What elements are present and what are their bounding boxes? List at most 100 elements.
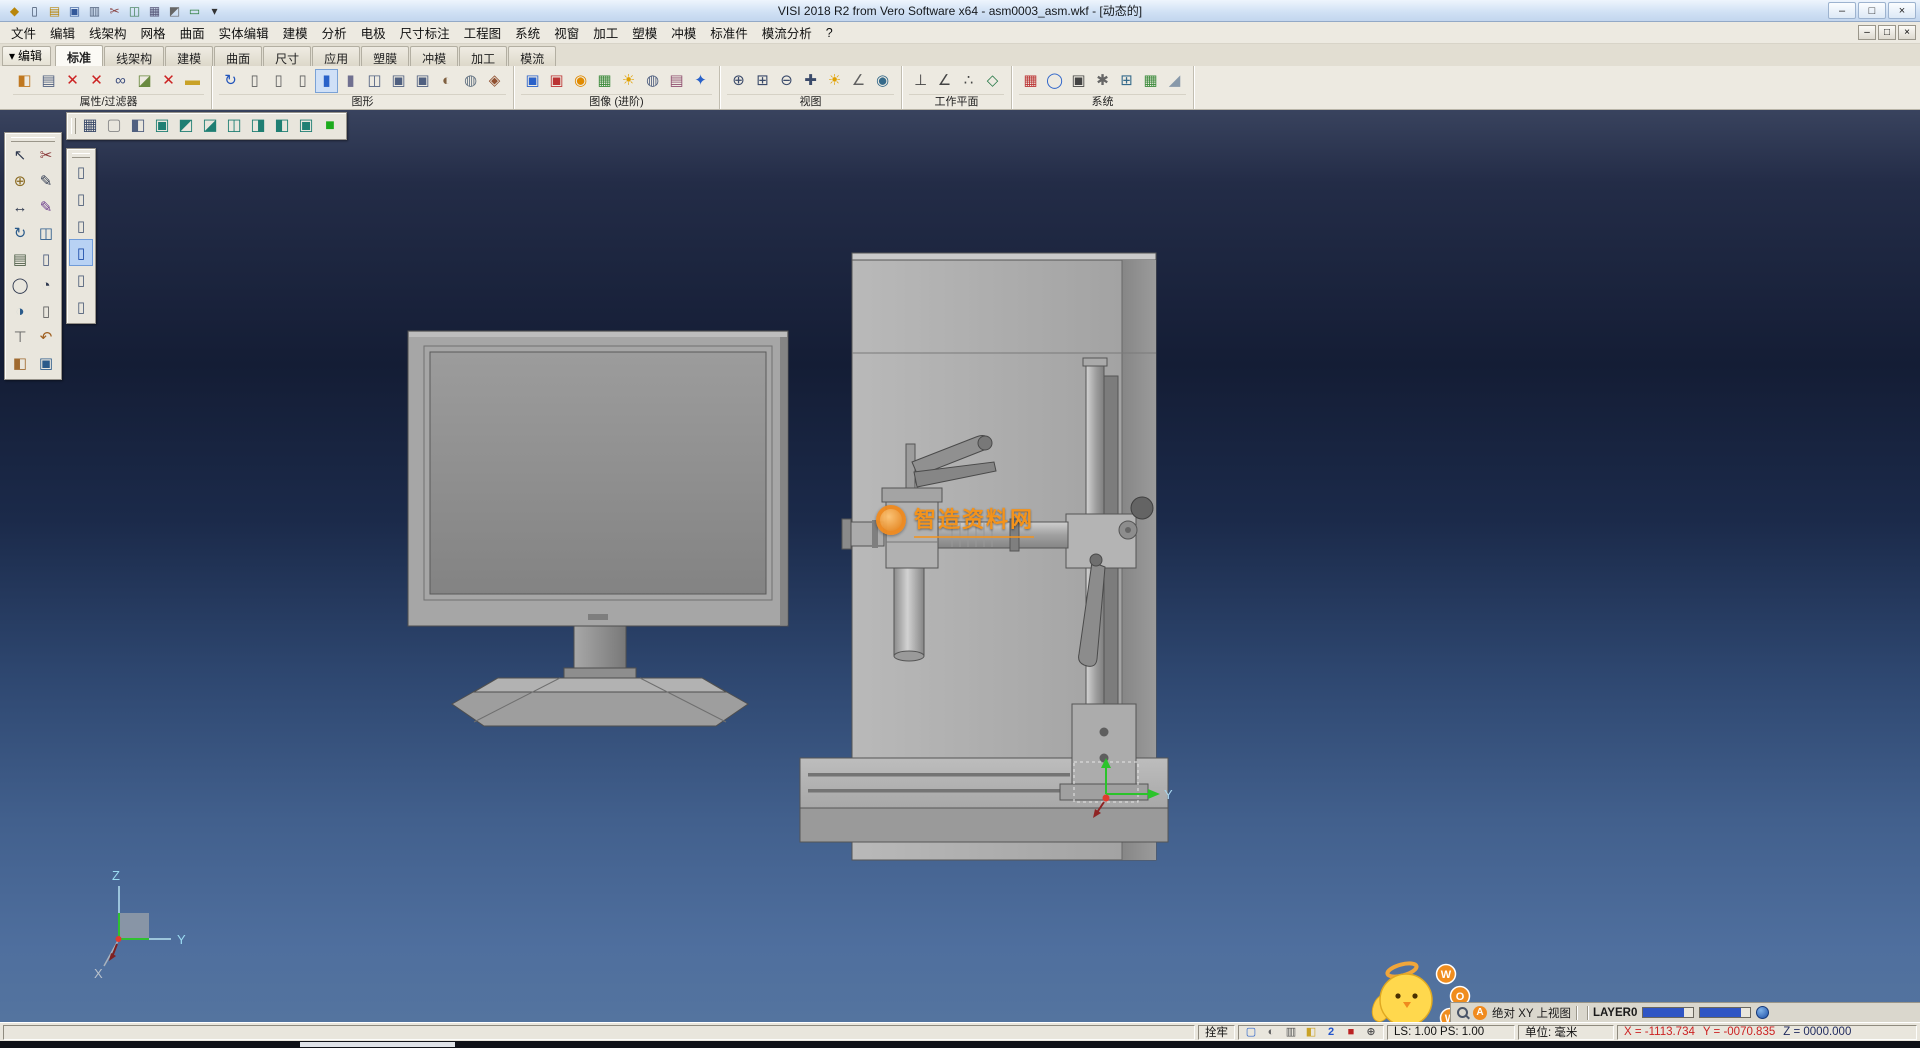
bottom-view-cube-icon[interactable]: ▣ xyxy=(294,114,318,138)
qat-dropdown-icon[interactable]: ▾ xyxy=(205,2,224,19)
mdi-close-button[interactable]: × xyxy=(1898,25,1916,40)
select-arrow-icon[interactable]: ↖ xyxy=(7,142,33,168)
zoom-extents-icon[interactable]: ⊕ xyxy=(727,69,750,93)
menu-moldflow-analysis[interactable]: 模流分析 xyxy=(755,21,819,44)
menu-surface[interactable]: 曲面 xyxy=(173,21,212,44)
clipboard-6-icon[interactable]: ▯ xyxy=(69,293,93,320)
globe-icon[interactable] xyxy=(1756,1006,1769,1019)
move-icon[interactable]: ↔ xyxy=(7,194,33,220)
info-2-icon[interactable]: 2 xyxy=(1323,1025,1339,1039)
rotate-icon[interactable]: ↻ xyxy=(7,220,33,246)
compass-icon[interactable]: ◑ xyxy=(7,298,33,324)
mask-status-icon[interactable]: ◐ xyxy=(1263,1025,1279,1039)
delete-icon[interactable]: ✕ xyxy=(61,69,84,93)
tab-application[interactable]: 应用 xyxy=(312,46,360,66)
lock-toggle[interactable]: 拴牢 xyxy=(1198,1025,1235,1040)
color-palette-icon[interactable]: ▦ xyxy=(1019,69,1042,93)
arc-tool-icon[interactable]: ◔ xyxy=(33,272,59,298)
clipboard-5-icon[interactable]: ▯ xyxy=(69,266,93,293)
measure-icon[interactable]: ∠ xyxy=(847,69,870,93)
calculator-icon[interactable]: ⊞ xyxy=(1115,69,1138,93)
tab-standard[interactable]: 标准 xyxy=(55,45,103,66)
shading-sun-icon[interactable]: ☀ xyxy=(823,69,846,93)
print-icon[interactable]: ▥ xyxy=(85,2,104,19)
menu-standard-parts[interactable]: 标准件 xyxy=(703,21,755,44)
clipboard-2-icon[interactable]: ▯ xyxy=(69,185,93,212)
menu-electrode[interactable]: 电极 xyxy=(354,21,393,44)
environment-icon[interactable]: ◍ xyxy=(641,69,664,93)
save-view-icon[interactable]: ▣ xyxy=(33,350,59,376)
circle-tool-icon[interactable]: ◯ xyxy=(7,272,33,298)
left-view-cube-icon[interactable]: ◨ xyxy=(246,114,270,138)
solid-box2-icon[interactable]: ▣ xyxy=(411,69,434,93)
tab-moldflow[interactable]: 模流 xyxy=(508,46,556,66)
workplane-icon[interactable]: ◩ xyxy=(165,2,184,19)
viewport-window-icon[interactable]: ◧ xyxy=(126,114,150,138)
screen-settings-icon[interactable]: ▣ xyxy=(1067,69,1090,93)
menu-analysis[interactable]: 分析 xyxy=(315,21,354,44)
render-monitor2-icon[interactable]: ▣ xyxy=(545,69,568,93)
menu-window[interactable]: 视窗 xyxy=(547,21,586,44)
tab-dimension[interactable]: 尺寸 xyxy=(263,46,311,66)
shaded-cylinder-icon[interactable]: ▮ xyxy=(315,69,338,93)
filter-delete-icon[interactable]: ✕ xyxy=(157,69,180,93)
tab-surface[interactable]: 曲面 xyxy=(214,46,262,66)
web-globe-icon[interactable]: ◯ xyxy=(1043,69,1066,93)
edit-attributes-icon[interactable]: ◧ xyxy=(13,69,36,93)
section-icon[interactable]: ◐ xyxy=(435,69,458,93)
menu-machining[interactable]: 加工 xyxy=(586,21,625,44)
plugin-chip-icon[interactable]: ▦ xyxy=(1139,69,1162,93)
draft-view-icon[interactable]: ◫ xyxy=(363,69,386,93)
maximize-button[interactable]: □ xyxy=(1858,2,1886,19)
mdi-restore-button[interactable]: □ xyxy=(1878,25,1896,40)
taskbar-item[interactable] xyxy=(300,1042,455,1047)
search-icon[interactable] xyxy=(1457,1007,1468,1018)
menu-help[interactable]: ? xyxy=(819,24,840,42)
menu-edit[interactable]: 编辑 xyxy=(43,21,82,44)
sheet-icon[interactable]: ▯ xyxy=(33,246,59,272)
trim-scissors-icon[interactable]: ✂ xyxy=(33,142,59,168)
workplane-xy-icon[interactable]: ⊥ xyxy=(909,69,932,93)
fixture-assembly-model[interactable] xyxy=(800,253,1168,860)
zoom-previous-icon[interactable]: ⊖ xyxy=(775,69,798,93)
chain-select-icon[interactable]: ∞ xyxy=(109,69,132,93)
active-layer-label[interactable]: LAYER0 xyxy=(1593,1007,1637,1019)
snap-status-icon[interactable]: ⊕ xyxy=(1363,1025,1379,1039)
zoom-window-icon[interactable]: ⊞ xyxy=(751,69,774,93)
right-view-cube-icon[interactable]: ◫ xyxy=(222,114,246,138)
wireframe-cylinder-icon[interactable]: ▯ xyxy=(243,69,266,93)
iso-view-cube-icon[interactable]: ▣ xyxy=(150,114,174,138)
clipboard-4-icon[interactable]: ▯ xyxy=(69,239,93,266)
menu-wireframe[interactable]: 线架构 xyxy=(82,21,134,44)
pan-icon[interactable]: ✚ xyxy=(799,69,822,93)
options-gear-icon[interactable]: ✱ xyxy=(1091,69,1114,93)
menu-die[interactable]: 冲模 xyxy=(664,21,703,44)
tab-wireframe[interactable]: 线架构 xyxy=(104,46,164,66)
open-file-icon[interactable]: ▤ xyxy=(45,2,64,19)
gallery-icon[interactable]: ◈ xyxy=(483,69,506,93)
menu-modeling[interactable]: 建模 xyxy=(276,21,315,44)
new-file-icon[interactable]: ▯ xyxy=(25,2,44,19)
tab-die[interactable]: 冲模 xyxy=(410,46,458,66)
view-orientation-label[interactable]: 绝对 XY 上视图 xyxy=(1492,1005,1571,1021)
palette-icon[interactable]: ◧ xyxy=(7,350,33,376)
texture-icon[interactable]: ▦ xyxy=(593,69,616,93)
page-icon[interactable]: ▯ xyxy=(33,298,59,324)
menu-solid-edit[interactable]: 实体编辑 xyxy=(212,21,276,44)
eraser-icon[interactable]: ◪ xyxy=(133,69,156,93)
workplane-entity-icon[interactable]: ∠ xyxy=(933,69,956,93)
red-cube-icon[interactable]: ■ xyxy=(1343,1025,1359,1039)
save-icon[interactable]: ▣ xyxy=(65,2,84,19)
minimize-button[interactable]: – xyxy=(1828,2,1856,19)
regen-icon[interactable]: ↻ xyxy=(219,69,242,93)
copy-attributes-icon[interactable]: ▤ xyxy=(37,69,60,93)
hidden-line-cylinder-icon[interactable]: ▯ xyxy=(267,69,290,93)
close-button[interactable]: × xyxy=(1888,2,1916,19)
snapshot-icon[interactable]: ▤ xyxy=(665,69,688,93)
undo-icon[interactable]: ↶ xyxy=(33,324,59,350)
tab-machining[interactable]: 加工 xyxy=(459,46,507,66)
lighting-icon[interactable]: ☀ xyxy=(617,69,640,93)
transparency-icon[interactable]: ◍ xyxy=(459,69,482,93)
monitor-icon[interactable]: ▭ xyxy=(185,2,204,19)
top-view-cube-icon[interactable]: ◪ xyxy=(198,114,222,138)
